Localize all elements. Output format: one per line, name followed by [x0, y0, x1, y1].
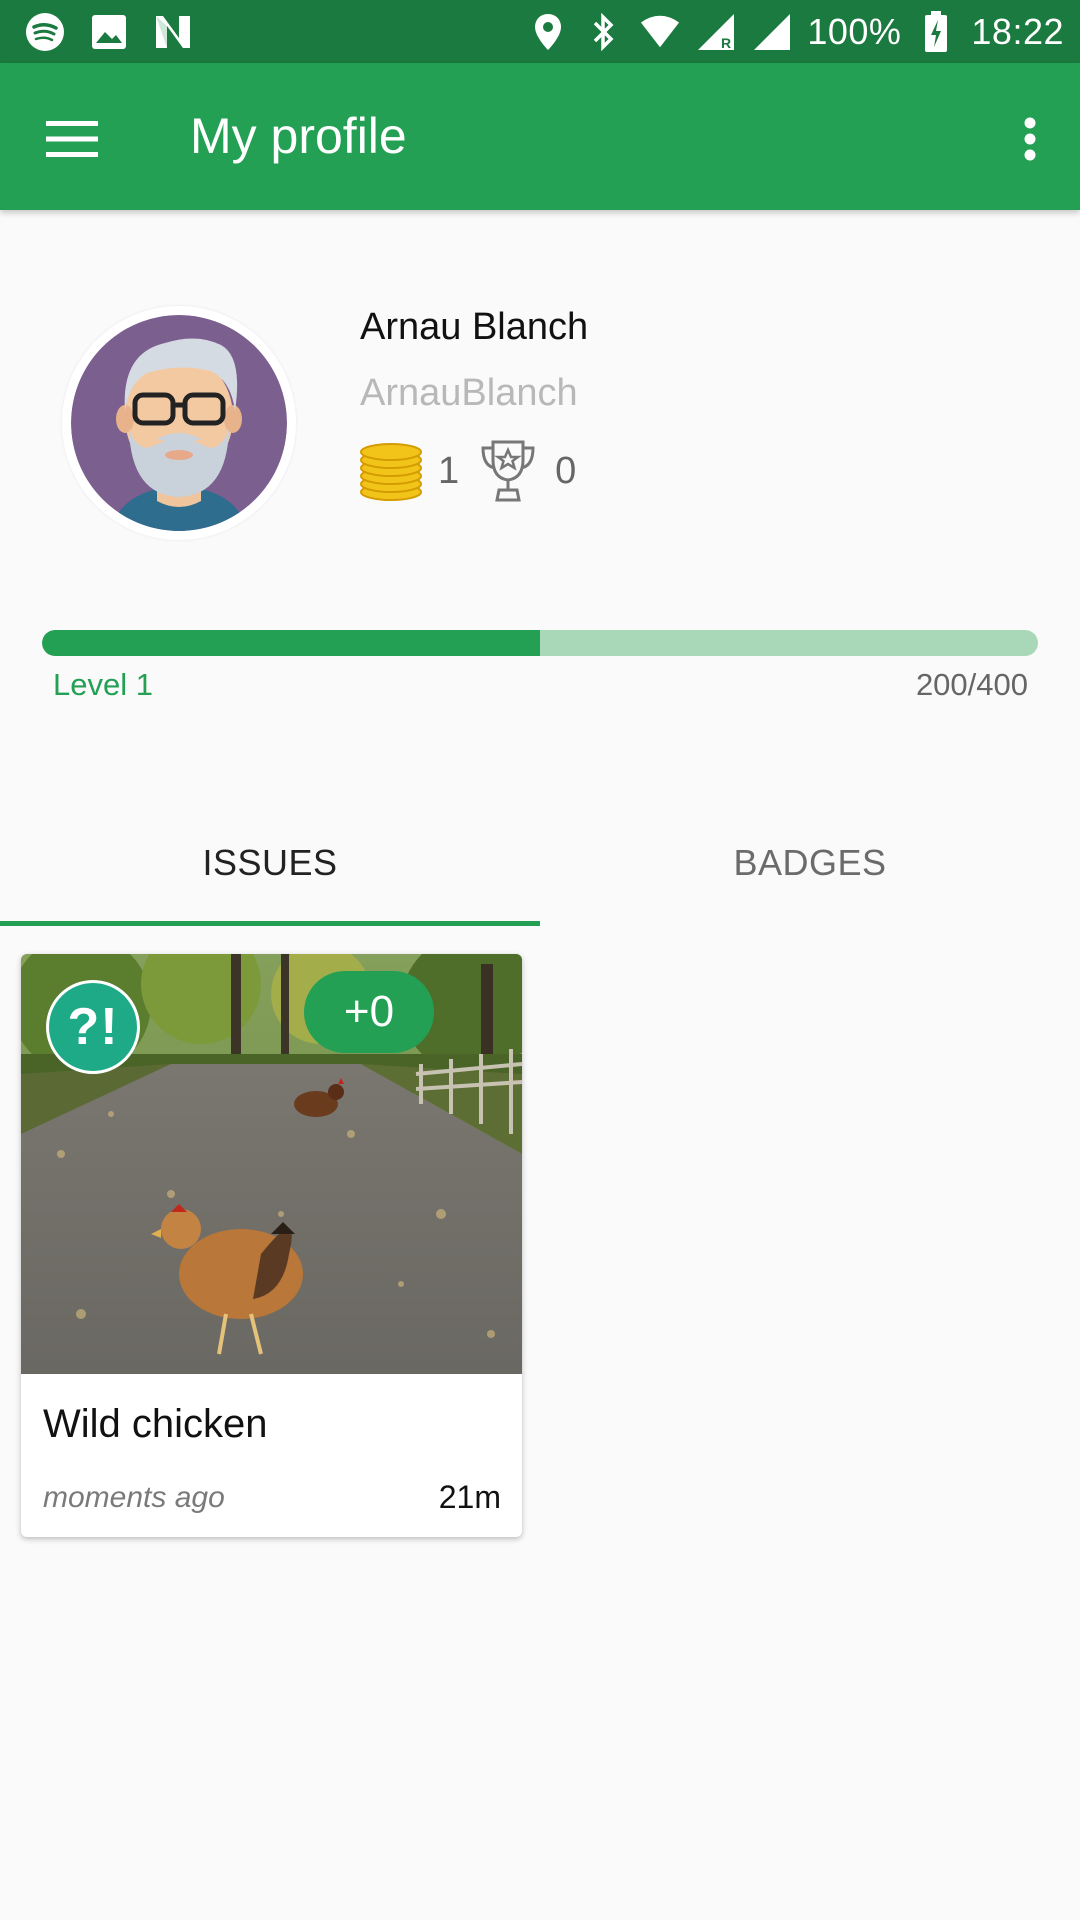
clock: 18:22 — [971, 10, 1064, 52]
level-progress-fill — [42, 630, 540, 656]
battery-percentage: 100% — [807, 10, 902, 52]
user-stats: 1 0 — [358, 438, 576, 504]
trophies-count: 0 — [555, 449, 577, 492]
issue-score-pill: +0 — [304, 971, 434, 1053]
menu-button[interactable] — [36, 103, 108, 175]
location-icon — [527, 11, 569, 53]
overflow-menu-button[interactable] — [994, 103, 1066, 175]
n-icon — [152, 11, 194, 53]
tab-badges[interactable]: BADGES — [540, 800, 1080, 926]
trophy-icon — [481, 440, 535, 502]
wifi-icon — [639, 11, 681, 53]
issue-card[interactable]: ?! +0 Wild chicken moments ago 21m — [21, 954, 522, 1537]
gallery-icon — [88, 11, 130, 53]
signal-icon — [751, 11, 793, 53]
avatar — [62, 306, 296, 540]
issue-distance: 21m — [438, 1479, 501, 1515]
level-progress-bar — [42, 630, 1038, 656]
issue-time: moments ago — [43, 1481, 225, 1514]
user-username: ArnauBlanch — [360, 372, 578, 414]
page-title: My profile — [190, 108, 407, 164]
coins-count: 1 — [438, 449, 460, 492]
status-right: R 100% 18:22 — [527, 10, 1064, 53]
tab-badges-label: BADGES — [733, 842, 887, 883]
coins-icon — [360, 443, 422, 501]
xp-label: 200/400 — [915, 667, 1028, 702]
svg-text:R: R — [721, 35, 731, 51]
profile-tabs: ISSUES BADGES — [0, 800, 1080, 926]
issue-title: Wild chicken — [43, 1402, 268, 1446]
tab-issues[interactable]: ISSUES — [0, 800, 540, 926]
bluetooth-icon — [583, 11, 625, 53]
level-label: Level 1 — [53, 667, 153, 702]
app-bar: My profile — [0, 63, 1080, 210]
battery-charging-icon — [915, 10, 957, 53]
signal-r-icon: R — [695, 11, 737, 53]
hamburger-menu-icon — [46, 121, 98, 157]
status-left — [24, 11, 194, 53]
tab-active-indicator — [0, 921, 540, 926]
status-bar: R 100% 18:22 — [0, 0, 1080, 63]
tab-issues-label: ISSUES — [202, 842, 338, 883]
user-full-name: Arnau Blanch — [360, 306, 589, 348]
issue-type-badge: ?! — [46, 980, 140, 1074]
more-vert-icon — [1024, 117, 1036, 161]
spotify-icon — [24, 11, 66, 53]
